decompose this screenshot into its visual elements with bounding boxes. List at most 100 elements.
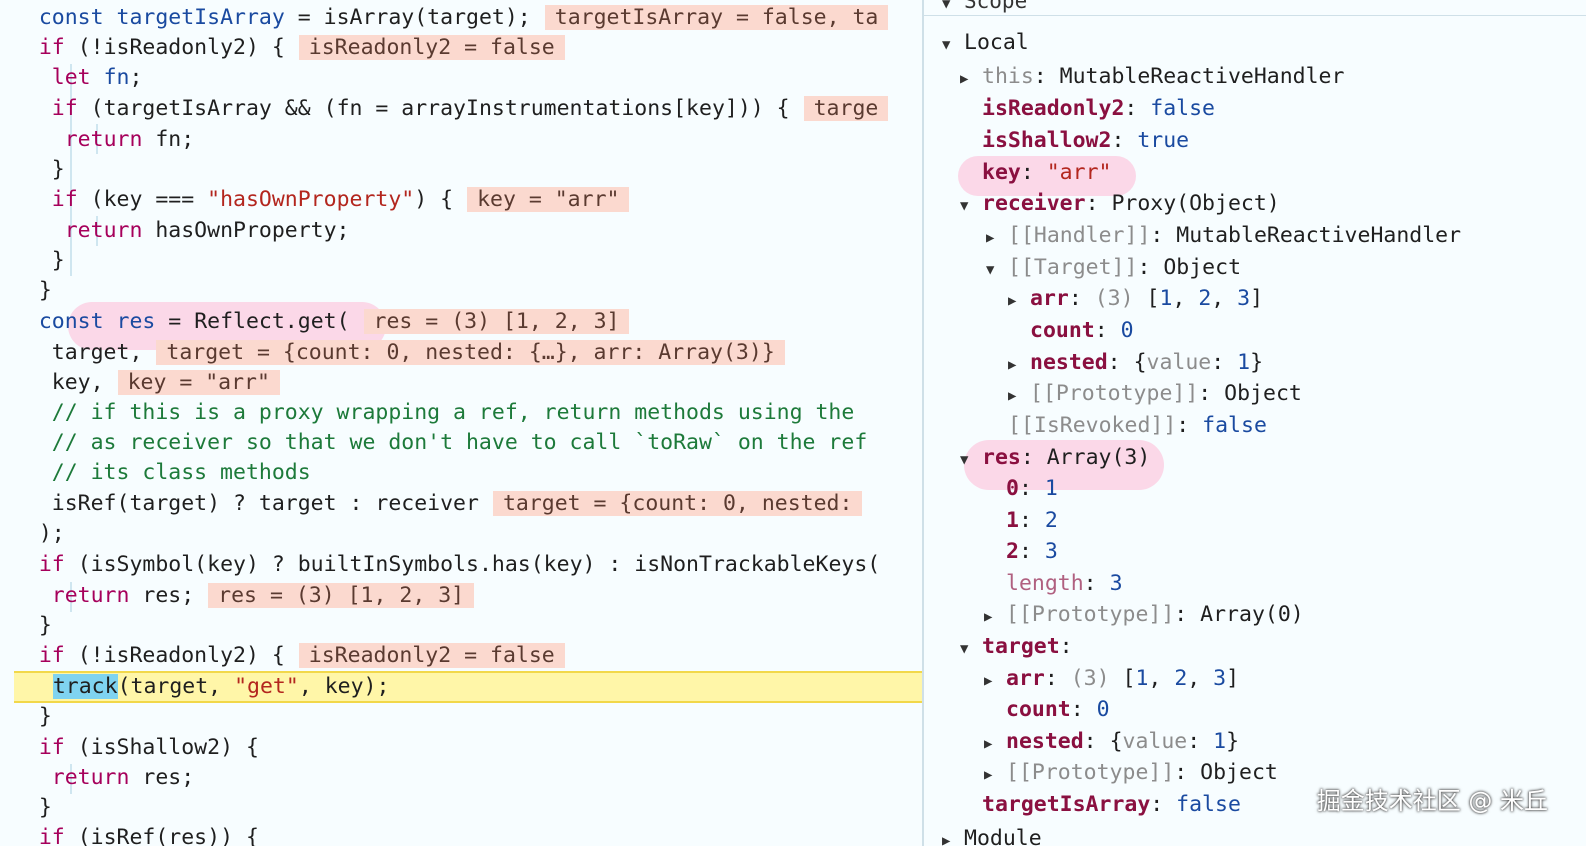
code-text: key, <box>51 370 104 395</box>
code-text: fn; <box>155 127 195 152</box>
inline-value: res = (3) [1, 2, 3] <box>208 583 475 608</box>
inline-value: isReadonly2 = false <box>298 643 565 668</box>
code-line[interactable]: } <box>0 155 922 185</box>
scope-property[interactable]: [[IsRevoked]]: false <box>1008 411 1267 441</box>
current-execution-line[interactable]: track(target, "get", key); <box>14 671 922 703</box>
code-line[interactable]: ); <box>0 519 922 549</box>
code-keyword: if <box>51 187 91 212</box>
scope-property[interactable]: targetIsArray: false <box>982 790 1241 820</box>
code-line[interactable]: const res = Reflect.get(res = (3) [1, 2,… <box>0 307 922 337</box>
code-text: } <box>51 157 65 182</box>
code-line[interactable]: let fn; <box>0 63 922 93</box>
scope-property[interactable]: 0: 1 <box>1006 474 1058 504</box>
scope-property[interactable]: ▶ [[Prototype]]: Array(0) <box>984 600 1304 630</box>
selected-token[interactable]: track <box>52 674 118 699</box>
caret-right-icon: ▶ <box>984 736 993 752</box>
code-text: (isRef(res)) { <box>77 825 259 846</box>
code-line[interactable]: target, target = {count: 0, nested: {…}, … <box>0 338 922 368</box>
scope-property[interactable]: ▼ [[Target]]: Object <box>986 253 1241 283</box>
scope-property[interactable]: count: 0 <box>1006 695 1110 725</box>
code-line[interactable]: if (key === "hasOwnProperty") {key = "ar… <box>0 185 922 215</box>
scope-property[interactable]: ▼ receiver: Proxy(Object) <box>960 189 1280 219</box>
scope-property[interactable]: ▶ [[Prototype]]: Object <box>984 758 1278 788</box>
caret-right-icon: ▶ <box>1008 388 1017 404</box>
code-keyword: if <box>38 552 78 577</box>
inline-value: res = (3) [1, 2, 3] <box>363 309 630 334</box>
inline-value: key = "arr" <box>467 187 630 212</box>
code-text: hasOwnProperty; <box>155 218 350 243</box>
code-line[interactable]: return hasOwnProperty; <box>0 216 922 246</box>
code-line[interactable]: if (!isReadonly2) {isReadonly2 = false <box>0 33 922 63</box>
code-line[interactable]: key, key = "arr" <box>0 368 922 398</box>
code-text: } <box>51 248 65 273</box>
caret-right-icon: ▶ <box>1008 293 1017 309</box>
inline-value: target = {count: 0, nested: {…}, arr: Ar… <box>156 340 785 365</box>
code-keyword: let <box>51 65 104 90</box>
code-line[interactable]: } <box>0 702 922 732</box>
code-line[interactable]: // as receiver so that we don't have to … <box>0 428 922 458</box>
scope-property[interactable]: length: 3 <box>1006 569 1123 599</box>
code-text: ) { <box>414 187 454 212</box>
code-line[interactable]: return res; <box>0 763 922 793</box>
code-line[interactable]: // its class methods <box>0 458 922 488</box>
scope-property[interactable]: count: 0 <box>1030 316 1134 346</box>
code-text: isRef(target) ? target : receiver <box>51 491 479 516</box>
caret-right-icon: ▶ <box>960 71 969 87</box>
scope-property[interactable]: ▶ [[Prototype]]: Object <box>1008 379 1302 409</box>
scope-section-header[interactable]: ▼ Scope <box>924 0 1586 16</box>
code-keyword: if <box>38 35 78 60</box>
code-line[interactable]: if (isRef(res)) { <box>0 823 922 846</box>
code-line[interactable]: if (targetIsArray && (fn = arrayInstrume… <box>0 94 922 124</box>
scope-module-header[interactable]: ▶ Module <box>942 824 1042 846</box>
code-text: (!isReadonly2) { <box>77 35 285 60</box>
scope-property[interactable]: ▶ nested: {value: 1} <box>984 727 1239 757</box>
scope-property[interactable]: 2: 3 <box>1006 537 1058 567</box>
scope-local-header[interactable]: ▼ Local <box>942 28 1029 58</box>
scope-property[interactable]: ▶ arr: (3) [1, 2, 3] <box>1008 284 1263 314</box>
code-keyword: if <box>51 96 91 121</box>
code-keyword: if <box>38 735 78 760</box>
code-keyword: return <box>51 583 143 608</box>
code-text: (key === <box>90 187 208 212</box>
code-comment: // if this is a proxy wrapping a ref, re… <box>51 400 855 425</box>
code-text: (targetIsArray && (fn = arrayInstrumenta… <box>90 96 790 121</box>
scope-property[interactable]: key: "arr" <box>982 158 1111 188</box>
code-line[interactable]: } <box>0 246 922 276</box>
code-text: (isShallow2) { <box>77 735 259 760</box>
code-text: } <box>38 795 52 820</box>
scope-property[interactable]: 1: 2 <box>1006 506 1058 536</box>
caret-right-icon: ▶ <box>984 767 993 783</box>
scope-property[interactable]: isShallow2: true <box>982 126 1189 156</box>
scope-property[interactable]: ▼ res: Array(3) <box>960 443 1150 473</box>
code-line[interactable]: return fn; <box>0 125 922 155</box>
code-text: ); <box>38 521 65 546</box>
code-line[interactable]: } <box>0 793 922 823</box>
code-line[interactable]: return res; res = (3) [1, 2, 3] <box>0 581 922 611</box>
scope-property[interactable]: ▶ nested: {value: 1} <box>1008 348 1263 378</box>
scope-property[interactable]: ▼ target: <box>960 632 1073 662</box>
inline-value: targe <box>803 96 889 121</box>
code-identifier: res <box>116 309 156 334</box>
code-line[interactable]: const targetIsArray = isArray(target); ta… <box>0 3 922 33</box>
code-text: , key); <box>298 674 390 699</box>
scope-property[interactable]: ▶ arr: (3) [1, 2, 3] <box>984 664 1239 694</box>
watermark: 掘金技术社区 @ 米丘 <box>1316 787 1548 815</box>
code-text: (target, <box>117 674 235 699</box>
code-line[interactable]: if (isSymbol(key) ? builtInSymbols.has(k… <box>0 550 922 580</box>
scope-property[interactable]: ▶ [[Handler]]: MutableReactiveHandler <box>986 221 1461 251</box>
code-line[interactable]: isRef(target) ? target : receiver target … <box>0 489 922 519</box>
code-line[interactable]: if (isShallow2) { <box>0 733 922 763</box>
code-text: } <box>38 613 52 638</box>
scope-property[interactable]: isReadonly2: false <box>982 94 1215 124</box>
code-line[interactable]: if (!isReadonly2) {isReadonly2 = false <box>0 641 922 671</box>
inline-value: target = {count: 0, nested: <box>492 491 863 516</box>
code-line[interactable]: } <box>0 611 922 641</box>
caret-right-icon: ▶ <box>942 833 951 846</box>
caret-down-icon: ▼ <box>942 0 951 12</box>
code-line[interactable]: // if this is a proxy wrapping a ref, re… <box>0 398 922 428</box>
caret-down-icon: ▼ <box>986 262 995 278</box>
scope-property[interactable]: ▶ this: MutableReactiveHandler <box>960 62 1344 92</box>
code-keyword: const <box>38 309 117 334</box>
code-keyword: return <box>64 218 156 243</box>
caret-right-icon: ▶ <box>984 673 993 689</box>
